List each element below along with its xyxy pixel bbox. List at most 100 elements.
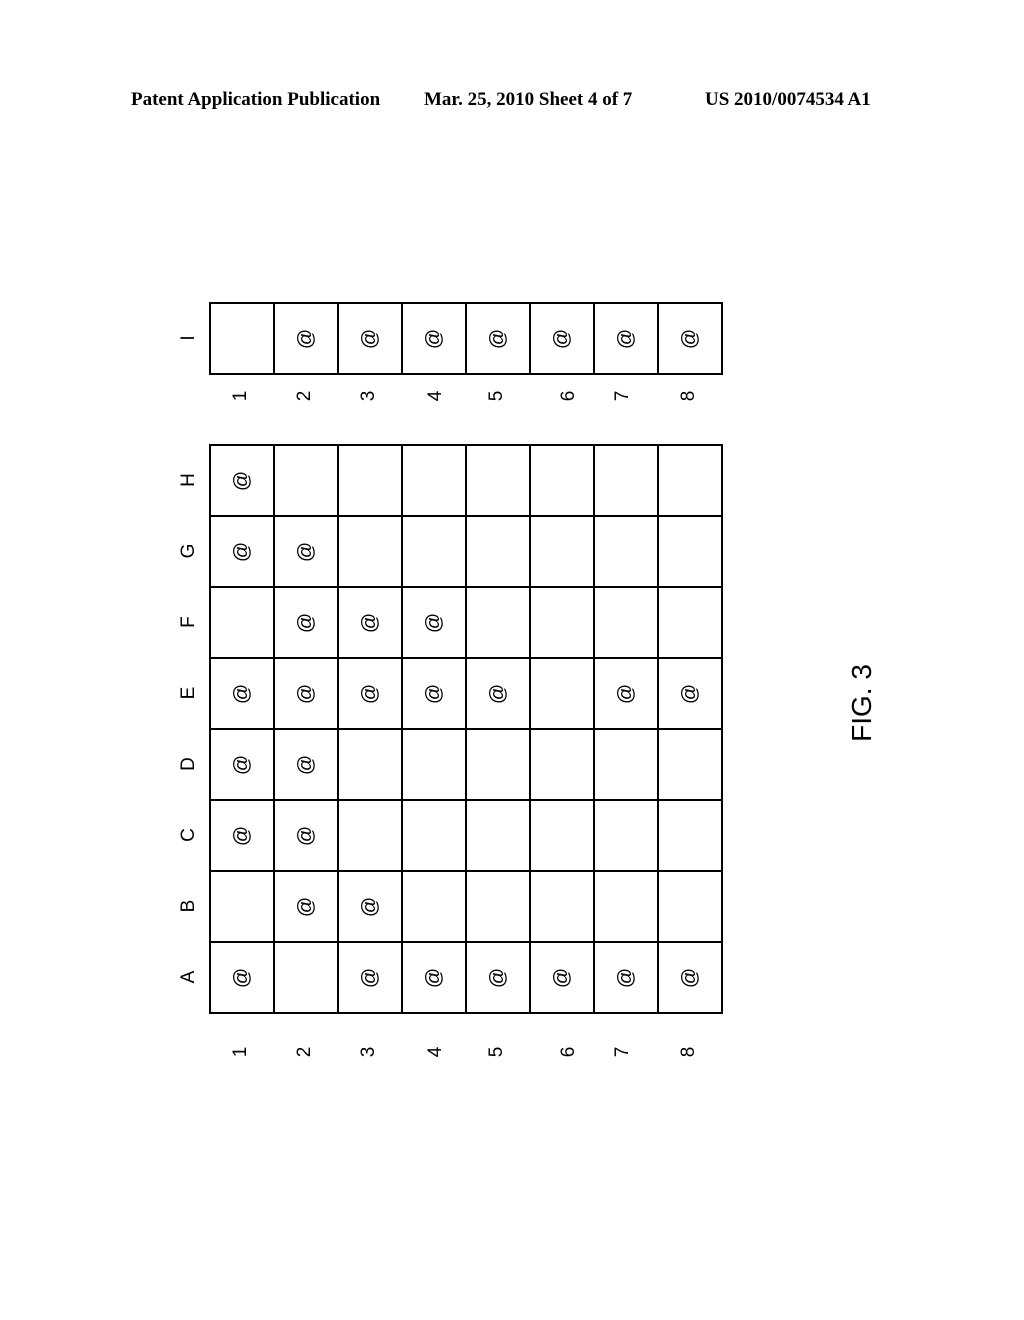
grid-cell-b-2: @ <box>273 870 339 943</box>
column-number-5: 5 <box>486 1046 507 1058</box>
grid-cell-c-7 <box>593 799 659 872</box>
grid-cell-c-1: @ <box>209 799 275 872</box>
at-marker-icon: @ <box>423 328 445 349</box>
at-marker-icon: @ <box>231 541 253 562</box>
column-number-7: 7 <box>612 390 633 402</box>
grid-cell-c-8 <box>657 799 723 872</box>
row-label-c: C <box>178 827 199 842</box>
grid-cell-e-8: @ <box>657 657 723 730</box>
column-number-3: 3 <box>358 390 379 402</box>
grid-cell-g-4 <box>401 515 467 588</box>
at-marker-icon: @ <box>679 967 701 988</box>
grid-cell-i-8: @ <box>657 302 723 375</box>
at-marker-icon: @ <box>615 328 637 349</box>
at-marker-icon: @ <box>295 754 317 775</box>
grid-cell-i-7: @ <box>593 302 659 375</box>
at-marker-icon: @ <box>423 683 445 704</box>
grid-cell-h-2 <box>273 444 339 517</box>
grid-cell-a-5: @ <box>465 941 531 1014</box>
row-label-i: I <box>178 334 199 341</box>
grid-cell-b-7 <box>593 870 659 943</box>
grid-cell-g-8 <box>657 515 723 588</box>
at-marker-icon: @ <box>231 967 253 988</box>
grid-cell-i-3: @ <box>337 302 403 375</box>
at-marker-icon: @ <box>359 967 381 988</box>
grid-cell-a-4: @ <box>401 941 467 1014</box>
grid-cell-f-2: @ <box>273 586 339 659</box>
publication-date-sheet: Mar. 25, 2010 Sheet 4 of 7 <box>424 89 633 110</box>
grid-cell-b-1 <box>209 870 275 943</box>
grid-cell-i-5: @ <box>465 302 531 375</box>
grid-cell-f-8 <box>657 586 723 659</box>
at-marker-icon: @ <box>679 683 701 704</box>
row-label-f: F <box>178 615 199 628</box>
at-marker-icon: @ <box>359 612 381 633</box>
grid-cell-f-1 <box>209 586 275 659</box>
grid-cell-h-5 <box>465 444 531 517</box>
column-number-3: 3 <box>358 1046 379 1058</box>
grid-cell-d-5 <box>465 728 531 801</box>
at-marker-icon: @ <box>231 470 253 491</box>
at-marker-icon: @ <box>359 896 381 917</box>
row-label-a: A <box>178 970 199 983</box>
at-marker-icon: @ <box>231 683 253 704</box>
at-marker-icon: @ <box>551 328 573 349</box>
grid-cell-c-5 <box>465 799 531 872</box>
grid-cell-f-6 <box>529 586 595 659</box>
grid-cell-b-3: @ <box>337 870 403 943</box>
grid-cell-f-5 <box>465 586 531 659</box>
grid-cell-d-3 <box>337 728 403 801</box>
row-label-e: E <box>178 686 199 699</box>
at-marker-icon: @ <box>359 683 381 704</box>
grid-cell-b-4 <box>401 870 467 943</box>
grid-cell-g-2: @ <box>273 515 339 588</box>
grid-cell-g-5 <box>465 515 531 588</box>
at-marker-icon: @ <box>487 967 509 988</box>
at-marker-icon: @ <box>231 825 253 846</box>
grid-cell-d-4 <box>401 728 467 801</box>
column-number-2: 2 <box>294 1046 315 1058</box>
at-marker-icon: @ <box>295 896 317 917</box>
at-marker-icon: @ <box>359 328 381 349</box>
page-header: Patent Application Publication Mar. 25, … <box>0 89 1024 115</box>
grid-cell-c-6 <box>529 799 595 872</box>
grid-cell-b-6 <box>529 870 595 943</box>
column-number-7: 7 <box>612 1046 633 1058</box>
row-label-h: H <box>178 472 199 487</box>
at-marker-icon: @ <box>423 612 445 633</box>
column-number-5: 5 <box>486 390 507 402</box>
grid-cell-h-8 <box>657 444 723 517</box>
column-number-6: 6 <box>558 390 579 402</box>
grid-cell-f-3: @ <box>337 586 403 659</box>
grid-cell-f-7 <box>593 586 659 659</box>
grid-cell-c-3 <box>337 799 403 872</box>
grid-cell-e-7: @ <box>593 657 659 730</box>
grid-cell-d-6 <box>529 728 595 801</box>
column-number-2: 2 <box>294 390 315 402</box>
at-marker-icon: @ <box>295 541 317 562</box>
column-number-1: 1 <box>230 1046 251 1058</box>
grid-cell-g-7 <box>593 515 659 588</box>
at-marker-icon: @ <box>295 328 317 349</box>
grid-cell-i-2: @ <box>273 302 339 375</box>
grid-cell-h-4 <box>401 444 467 517</box>
at-marker-icon: @ <box>295 612 317 633</box>
grid-cell-d-8 <box>657 728 723 801</box>
grid-cell-d-7 <box>593 728 659 801</box>
column-number-1: 1 <box>230 390 251 402</box>
grid-cell-f-4: @ <box>401 586 467 659</box>
grid-cell-e-2: @ <box>273 657 339 730</box>
publication-number: US 2010/0074534 A1 <box>705 89 871 110</box>
column-number-8: 8 <box>678 1046 699 1058</box>
figure-label: FIG. 3 <box>846 664 877 742</box>
grid-cell-d-1: @ <box>209 728 275 801</box>
grid-cell-b-8 <box>657 870 723 943</box>
grid-cell-h-1: @ <box>209 444 275 517</box>
at-marker-icon: @ <box>615 683 637 704</box>
grid-cell-e-6 <box>529 657 595 730</box>
grid-cell-h-6 <box>529 444 595 517</box>
grid-cell-c-2: @ <box>273 799 339 872</box>
grid-cell-g-3 <box>337 515 403 588</box>
at-marker-icon: @ <box>487 328 509 349</box>
row-label-b: B <box>178 899 199 912</box>
